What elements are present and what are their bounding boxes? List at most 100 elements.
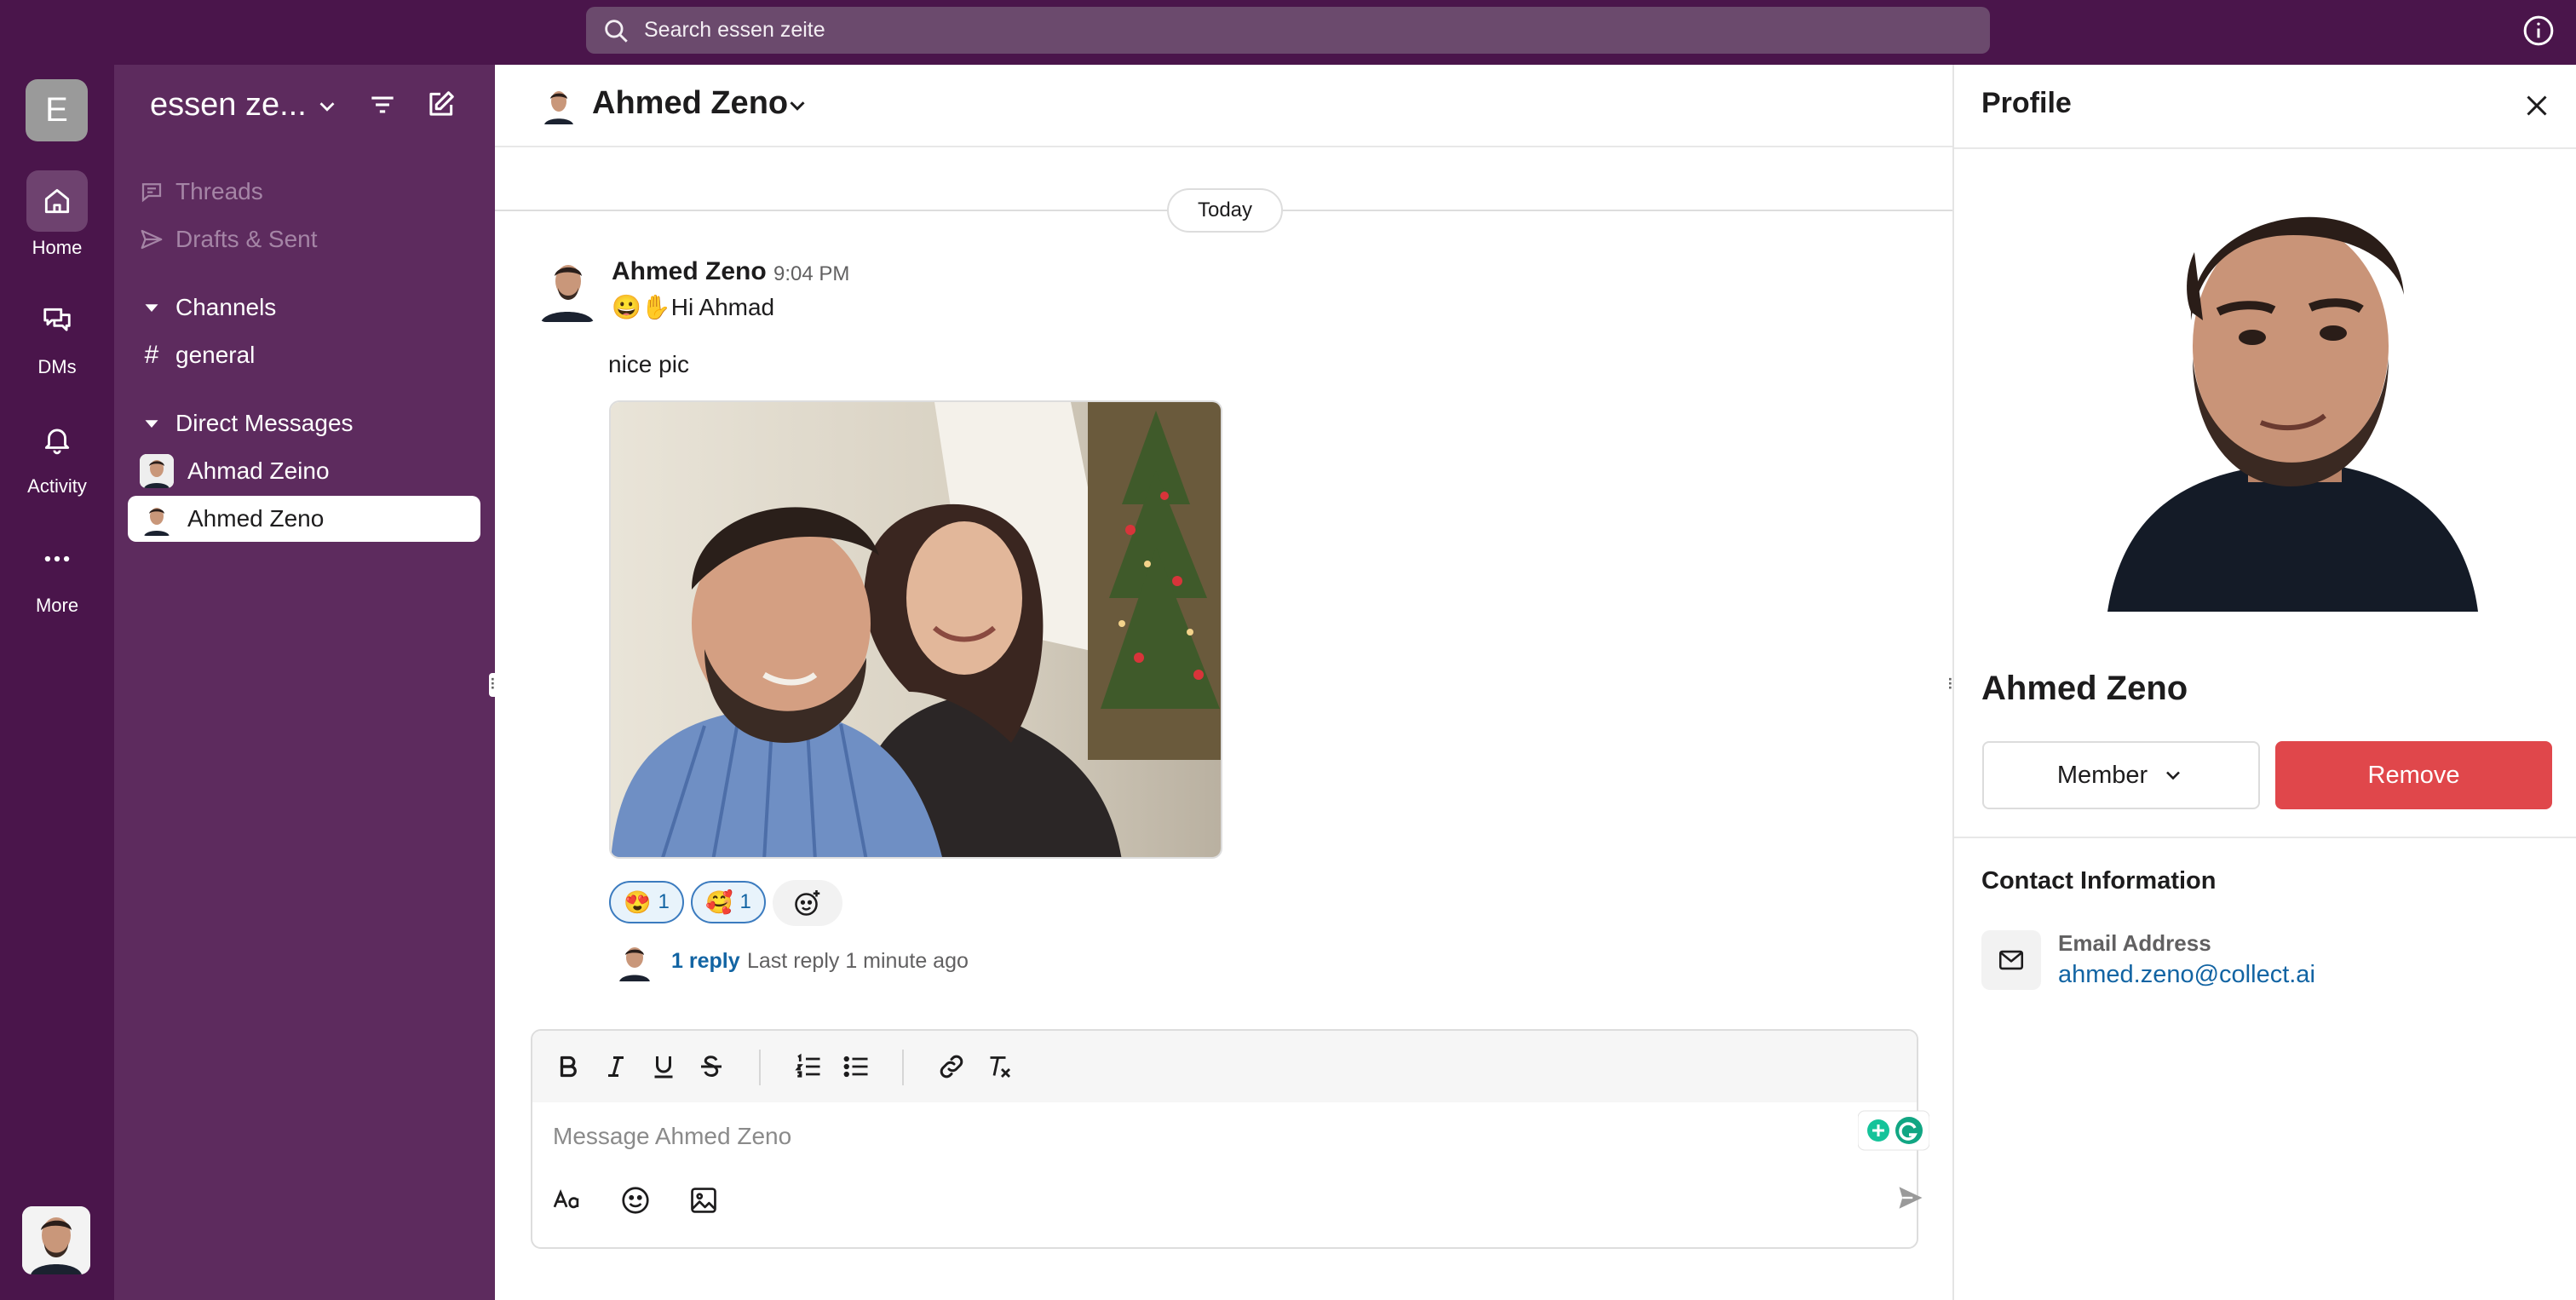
thread-avatar[interactable] bbox=[614, 940, 655, 981]
photo-couple-selfie bbox=[611, 402, 1221, 857]
dm-name: Ahmad Zeino bbox=[187, 457, 330, 484]
dm-section-toggle[interactable]: Direct Messages bbox=[128, 400, 480, 446]
emoji-icon bbox=[622, 1187, 649, 1214]
chevron-down-icon bbox=[2166, 771, 2181, 780]
message-image[interactable] bbox=[609, 400, 1222, 859]
bullet-list-icon bbox=[843, 1056, 868, 1078]
toolbar-divider bbox=[902, 1050, 904, 1085]
channel-name: general bbox=[175, 342, 256, 368]
image-icon bbox=[691, 1188, 716, 1213]
smiling-hearts-icon: 🥰 bbox=[705, 889, 733, 915]
sidebar-item-label: Threads bbox=[175, 178, 263, 204]
text-format-icon bbox=[553, 1188, 579, 1209]
rail-more[interactable]: More bbox=[0, 528, 114, 617]
email-label: Email Address bbox=[2058, 930, 2211, 956]
info-icon[interactable] bbox=[2521, 14, 2556, 48]
sidebar-item-threads[interactable]: Threads bbox=[128, 169, 480, 215]
rail-home-label: Home bbox=[32, 237, 83, 258]
profile-photo[interactable] bbox=[2090, 175, 2481, 612]
hash-icon: # bbox=[144, 341, 159, 369]
conversation-pane: Ahmed Zeno Today Ahmed Zeno 9:04 PM 😀✋Hi… bbox=[495, 65, 1952, 1300]
filter-icon[interactable] bbox=[366, 89, 399, 121]
message-avatar[interactable] bbox=[538, 254, 597, 322]
underline-icon bbox=[654, 1056, 673, 1079]
rail-dms[interactable]: DMs bbox=[0, 290, 114, 378]
underline-button[interactable] bbox=[648, 1051, 679, 1082]
channels-section-toggle[interactable]: Channels bbox=[128, 285, 480, 331]
rail-dms-label: DMs bbox=[37, 356, 77, 377]
bold-icon bbox=[560, 1056, 577, 1078]
ordered-list-button[interactable] bbox=[793, 1051, 824, 1082]
more-icon bbox=[44, 555, 70, 562]
toolbar-divider bbox=[759, 1050, 761, 1085]
profile-name: Ahmed Zeno bbox=[1981, 670, 2188, 707]
link-button[interactable] bbox=[936, 1051, 967, 1082]
sidebar-item-label: Drafts & Sent bbox=[175, 226, 318, 252]
mail-icon bbox=[1998, 950, 2024, 970]
conversation-title[interactable]: Ahmed Zeno bbox=[592, 85, 788, 122]
strikethrough-button[interactable] bbox=[696, 1051, 727, 1082]
app-rail: E Home DMs Activity More bbox=[0, 65, 114, 1300]
home-icon bbox=[44, 188, 70, 214]
reaction-smiling-hearts[interactable]: 🥰 1 bbox=[691, 881, 766, 923]
text-format-button[interactable] bbox=[551, 1184, 584, 1217]
role-dropdown[interactable]: Member bbox=[1982, 741, 2260, 809]
bell-icon bbox=[44, 429, 70, 455]
message-input[interactable]: Message Ahmed Zeno bbox=[553, 1123, 791, 1150]
send-message-icon[interactable] bbox=[1895, 1182, 1926, 1213]
profile-divider bbox=[1954, 837, 2576, 838]
italic-button[interactable] bbox=[601, 1051, 631, 1082]
workspace-button[interactable]: E bbox=[26, 79, 88, 141]
sidebar-item-dm-ahmad-zeino[interactable]: Ahmad Zeino bbox=[128, 448, 480, 494]
link-icon bbox=[940, 1055, 963, 1079]
message-timestamp[interactable]: 9:04 PM bbox=[773, 262, 849, 286]
add-emoji-icon bbox=[795, 890, 820, 916]
rail-home[interactable]: Home bbox=[0, 170, 114, 259]
add-reaction-button[interactable] bbox=[773, 880, 842, 926]
caret-down-icon bbox=[145, 304, 158, 312]
email-link[interactable]: ahmed.zeno@collect.ai bbox=[2058, 961, 2315, 989]
grammarly-icon[interactable] bbox=[1858, 1109, 1929, 1152]
message-author[interactable]: Ahmed Zeno bbox=[612, 257, 767, 286]
strikethrough-icon bbox=[701, 1056, 722, 1078]
user-avatar[interactable] bbox=[22, 1206, 90, 1274]
avatar-image bbox=[22, 1206, 90, 1274]
message-text: 😀✋Hi Ahmad bbox=[612, 294, 775, 320]
rail-activity[interactable]: Activity bbox=[0, 409, 114, 498]
compose-icon[interactable] bbox=[424, 89, 457, 121]
workspace-name[interactable]: essen ze... bbox=[150, 87, 307, 124]
sidebar-item-dm-ahmed-zeno[interactable]: Ahmed Zeno bbox=[128, 496, 480, 542]
day-divider[interactable]: Today bbox=[1167, 188, 1283, 233]
threads-icon bbox=[141, 183, 162, 203]
contact-section-title: Contact Information bbox=[1981, 867, 2217, 894]
close-icon[interactable] bbox=[2521, 90, 2552, 121]
rail-more-label: More bbox=[35, 595, 79, 616]
bullet-list-button[interactable] bbox=[841, 1051, 871, 1082]
attach-image-button[interactable] bbox=[687, 1184, 720, 1217]
sidebar-item-drafts[interactable]: Drafts & Sent bbox=[128, 216, 480, 262]
bold-button[interactable] bbox=[553, 1051, 584, 1082]
channels-header: Channels bbox=[175, 294, 277, 320]
clear-format-button[interactable] bbox=[984, 1051, 1015, 1082]
reaction-heart-eyes[interactable]: 😍 1 bbox=[609, 881, 684, 923]
profile-portrait bbox=[2090, 175, 2481, 612]
send-icon bbox=[141, 229, 163, 250]
caret-down-icon bbox=[145, 420, 158, 428]
thread-last-reply: Last reply 1 minute ago bbox=[747, 949, 969, 973]
reaction-count: 1 bbox=[739, 890, 751, 913]
chevron-down-icon[interactable] bbox=[785, 93, 810, 118]
sidebar-item-general[interactable]: # general bbox=[128, 332, 480, 378]
search-bar[interactable]: Search essen zeite bbox=[586, 7, 1990, 54]
message-composer: Message Ahmed Zeno bbox=[531, 1029, 1929, 1249]
clear-format-icon bbox=[990, 1056, 1011, 1079]
dm-header: Direct Messages bbox=[175, 410, 354, 436]
avatar bbox=[140, 502, 174, 536]
top-bar: Search essen zeite bbox=[0, 0, 2576, 65]
chevron-down-icon[interactable] bbox=[314, 94, 340, 119]
remove-button[interactable]: Remove bbox=[2275, 741, 2552, 809]
search-icon bbox=[605, 19, 628, 43]
thread-replies-link[interactable]: 1 reply bbox=[671, 949, 740, 974]
conversation-header: Ahmed Zeno bbox=[495, 65, 1952, 147]
rail-activity-label: Activity bbox=[27, 475, 87, 497]
emoji-button[interactable] bbox=[619, 1184, 652, 1217]
